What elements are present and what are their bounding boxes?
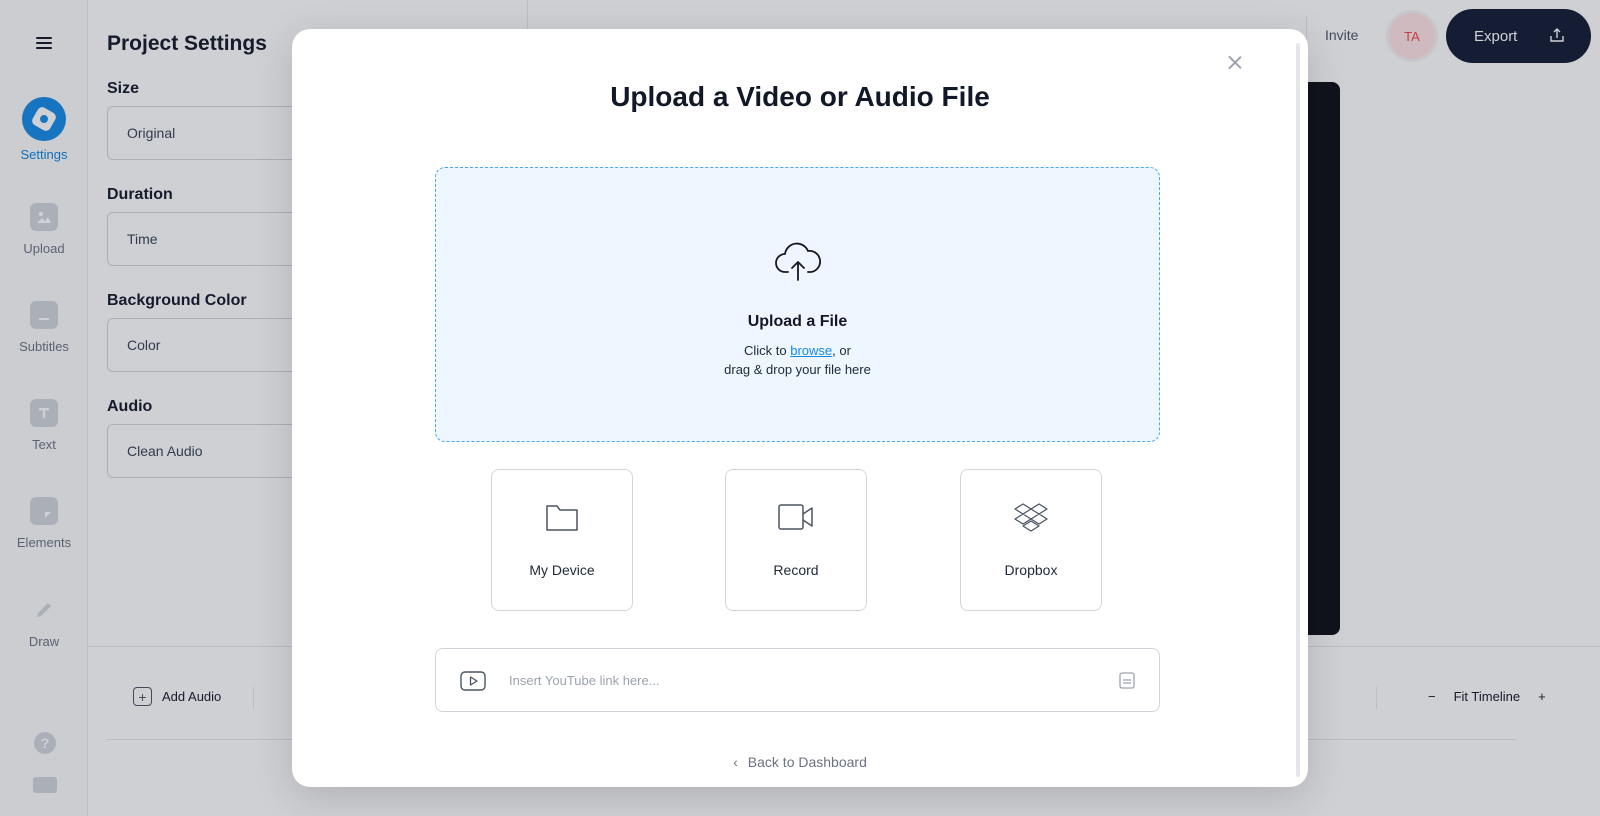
record-button[interactable]: Record [725, 469, 867, 611]
dropzone-text: drag & drop your file here [724, 362, 871, 377]
source-label: Dropbox [1004, 562, 1058, 578]
chevron-left-icon: ‹ [733, 754, 738, 770]
upload-modal: Upload a Video or Audio File Upload a Fi… [292, 29, 1308, 787]
my-device-button[interactable]: My Device [491, 469, 633, 611]
file-dropzone[interactable]: Upload a File Click to browse, or drag &… [435, 167, 1160, 442]
dropzone-title: Upload a File [747, 313, 848, 330]
close-icon[interactable] [1227, 54, 1243, 70]
folder-icon [546, 505, 578, 531]
source-label: My Device [529, 562, 595, 578]
dropbox-icon [1014, 503, 1048, 532]
modal-title: Upload a Video or Audio File [610, 81, 990, 112]
youtube-link-bar [435, 648, 1160, 712]
dropzone-text: , or [832, 343, 851, 358]
dropzone-instructions: Click to browse, or drag & drop your fil… [436, 341, 1159, 379]
browse-link[interactable]: browse [790, 343, 832, 358]
youtube-play-icon [460, 671, 486, 691]
paste-icon[interactable] [1119, 671, 1135, 689]
cloud-upload-icon [775, 242, 821, 281]
source-label: Record [773, 562, 819, 578]
dropbox-button[interactable]: Dropbox [960, 469, 1102, 611]
video-camera-icon [778, 504, 813, 530]
youtube-link-input[interactable] [509, 669, 1089, 691]
back-link-label: Back to Dashboard [747, 754, 867, 770]
modal-scrollbar[interactable] [1296, 43, 1300, 777]
dropzone-text: Click to [744, 343, 791, 358]
back-to-dashboard-link[interactable]: ‹ Back to Dashboard [292, 754, 1308, 770]
